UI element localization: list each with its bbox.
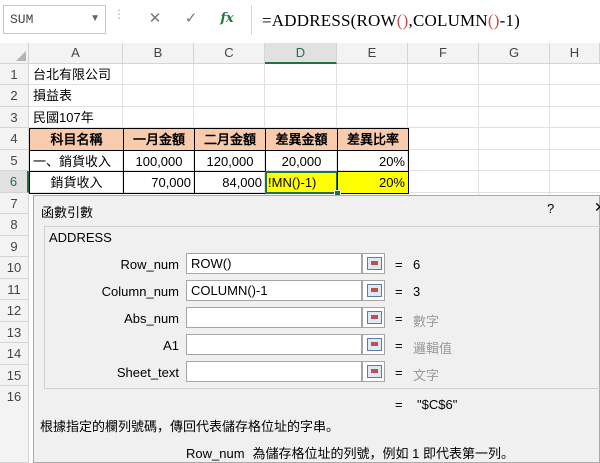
- cancel-icon[interactable]: ✕: [142, 6, 168, 32]
- column-header-c[interactable]: C: [194, 43, 265, 64]
- row-header-15[interactable]: 15: [0, 365, 29, 386]
- arg-result-row-num: 6: [413, 257, 421, 272]
- formula-input[interactable]: =ADDRESS(ROW(),COLUMN()-1): [251, 5, 600, 35]
- function-description: 根據指定的欄列號碼，傳回代表儲存格位址的字串。: [40, 419, 340, 434]
- formula-text: =ADDRESS(ROW(),COLUMN()-1): [262, 11, 521, 30]
- name-box-value: SUM: [10, 12, 34, 27]
- arg-hint-sheet-text: 文字: [413, 368, 440, 383]
- column-header-e[interactable]: E: [337, 43, 408, 64]
- column-header-h[interactable]: H: [550, 43, 600, 64]
- enter-icon[interactable]: ✓: [178, 6, 204, 32]
- cell-e6[interactable]: 20%: [337, 171, 409, 194]
- cell-d5[interactable]: 20,000: [265, 150, 338, 172]
- active-cell-d6[interactable]: !MN()-1): [265, 171, 338, 194]
- arg-input-a1[interactable]: [186, 334, 362, 355]
- header-cell[interactable]: 差異金額: [265, 128, 338, 151]
- row-header-7[interactable]: 7: [0, 193, 29, 214]
- help-icon[interactable]: ?: [547, 201, 554, 216]
- range-picker-icon[interactable]: [362, 334, 385, 355]
- arg-label-sheet-text: Sheet_text: [116, 365, 179, 380]
- column-header-a[interactable]: A: [29, 43, 123, 64]
- header-cell[interactable]: 二月金額: [194, 128, 266, 151]
- cell-b6[interactable]: 70,000: [123, 171, 195, 194]
- cell-a6[interactable]: 銷貨收入: [29, 171, 124, 194]
- column-header-g[interactable]: G: [479, 43, 550, 64]
- arg-hint-abs-num: 數字: [413, 314, 440, 329]
- row-header-8[interactable]: 8: [0, 214, 29, 236]
- arg-input-abs-num[interactable]: [186, 307, 362, 328]
- arg-equals: =: [395, 257, 403, 272]
- insert-function-icon[interactable]: fx: [214, 6, 240, 32]
- row-header-12[interactable]: 12: [0, 300, 29, 322]
- arg-input-sheet-text[interactable]: [186, 361, 362, 382]
- arg-label-abs-num: Abs_num: [124, 311, 179, 326]
- chevron-down-icon[interactable]: ▼: [90, 13, 100, 24]
- cell-b5[interactable]: 100,000: [123, 150, 195, 172]
- range-picker-icon[interactable]: [362, 307, 385, 328]
- close-icon[interactable]: ✕: [594, 199, 600, 216]
- arg-equals: =: [395, 311, 403, 326]
- cell-e5[interactable]: 20%: [337, 150, 409, 172]
- row-header-10[interactable]: 10: [0, 257, 29, 279]
- arg-input-row-num[interactable]: ROW(): [186, 253, 362, 274]
- row-header-14[interactable]: 14: [0, 343, 29, 365]
- row-header-5[interactable]: 5: [0, 150, 29, 171]
- row-header-1[interactable]: 1: [0, 64, 29, 85]
- arg-equals: =: [395, 338, 403, 353]
- arg-result-column-num: 3: [413, 284, 421, 299]
- cell-a5[interactable]: 一、銷貨收入: [29, 150, 124, 172]
- range-picker-icon[interactable]: [362, 361, 385, 382]
- range-picker-icon[interactable]: [362, 253, 385, 274]
- header-cell[interactable]: 差異比率: [337, 128, 409, 151]
- row-header-11[interactable]: 11: [0, 279, 29, 300]
- formula-result: = "$C$6": [395, 397, 458, 412]
- cell-c5[interactable]: 120,000: [194, 150, 266, 172]
- function-arguments-dialog: 函數引數 ? ✕ ADDRESS Row_num ROW() = 6 Colum…: [33, 195, 600, 463]
- arg-equals: =: [395, 365, 403, 380]
- column-header-b[interactable]: B: [123, 43, 194, 64]
- name-box[interactable]: SUM ▼: [3, 5, 106, 34]
- arg-hint-a1: 邏輯值: [413, 341, 453, 356]
- header-cell[interactable]: 科目名稱: [29, 128, 124, 151]
- select-all-button[interactable]: [0, 43, 29, 64]
- row-header-9[interactable]: 9: [0, 236, 29, 257]
- row-header-6[interactable]: 6: [0, 171, 29, 193]
- arg-label-a1: A1: [163, 338, 179, 353]
- function-name: ADDRESS: [49, 230, 112, 245]
- cell-c6[interactable]: 84,000: [194, 171, 266, 194]
- resize-handle[interactable]: ⋮: [113, 8, 125, 29]
- cell-a2[interactable]: 損益表: [30, 85, 190, 107]
- arg-label-row-num: Row_num: [120, 257, 179, 272]
- arg-equals: =: [395, 284, 403, 299]
- column-header-d[interactable]: D: [265, 43, 337, 64]
- arg-input-column-num[interactable]: COLUMN()-1: [186, 280, 362, 301]
- formula-bar: SUM ▼ ⋮ ✕ ✓ fx =ADDRESS(ROW(),COLUMN()-1…: [0, 0, 600, 44]
- cell-a3[interactable]: 民國107年: [30, 107, 190, 128]
- arg-label-column-num: Column_num: [101, 284, 179, 299]
- row-header-3[interactable]: 3: [0, 107, 29, 128]
- row-header-2[interactable]: 2: [0, 85, 29, 107]
- range-picker-icon[interactable]: [362, 280, 385, 301]
- row-header-13[interactable]: 13: [0, 322, 29, 343]
- row-header-16[interactable]: 16: [0, 386, 29, 463]
- dialog-title: 函數引數: [41, 205, 94, 220]
- column-header-f[interactable]: F: [408, 43, 479, 64]
- cell-a1[interactable]: 台北有限公司: [30, 64, 190, 85]
- row-header-4[interactable]: 4: [0, 128, 29, 150]
- argument-description: Row_num 為儲存格位址的列號，例如 1 即代表第一列。: [186, 446, 514, 461]
- header-cell[interactable]: 一月金額: [123, 128, 195, 151]
